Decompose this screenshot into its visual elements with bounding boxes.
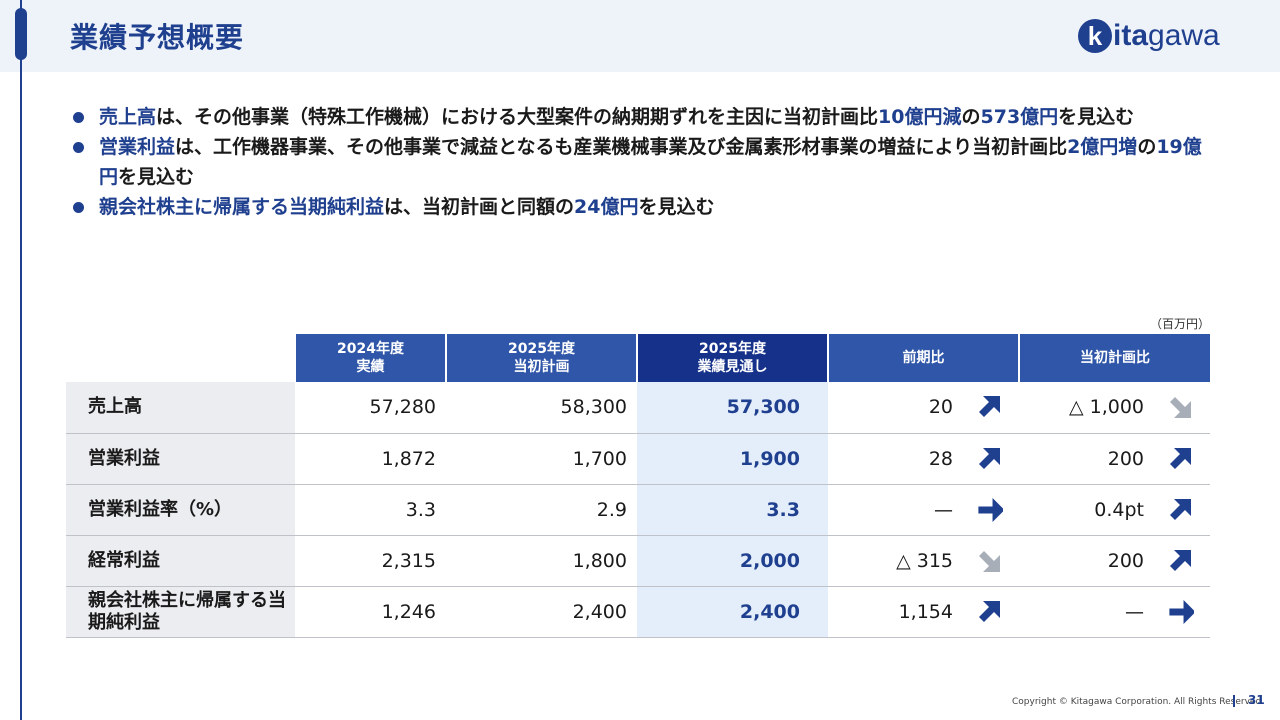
arrow-up-right-icon — [1170, 549, 1191, 571]
bullet-keyword: 営業利益 — [99, 136, 176, 158]
cell-2024-actual: 1,872 — [295, 433, 446, 485]
cell-2024-actual: 57,280 — [295, 382, 446, 434]
arrow-up-right-icon — [979, 600, 1000, 622]
page-number: 31 — [1248, 693, 1265, 707]
arrow-right-icon — [978, 497, 1003, 522]
forecast-table: 2024年度 実績 2025年度 当初計画 2025年度 業績見通し 前期比 当初計画… — [66, 334, 1210, 638]
cell-2025-forecast: 57,300 — [637, 382, 828, 434]
rail-knob — [15, 8, 27, 60]
arrow-up-right-icon — [1170, 447, 1191, 469]
logo-text-regular: gawa — [1148, 19, 1220, 52]
footer-divider — [1233, 695, 1235, 707]
bullet-text: は、工作機器事業、その他事業で減益となるも産業機械事業及び金属素形材事業の増益に… — [175, 136, 1068, 158]
bullet-text: を見込む — [638, 196, 715, 218]
col-header-yoy: 前期比 — [827, 334, 1019, 382]
cell-2025-plan: 2.9 — [446, 484, 637, 536]
yoy-value: — — [934, 498, 953, 521]
arrow-down-right-icon — [1170, 397, 1191, 419]
cell-2025-plan: 1,700 — [446, 433, 637, 485]
yoy-value: 20 — [928, 396, 953, 419]
cell-vs-plan: — — [1019, 586, 1210, 638]
bullet-item-net-income: 親会社株主に帰属する当期純利益は、当初計画と同額の24億円を見込む — [72, 192, 1212, 222]
bullet-highlight: 24億円 — [574, 196, 639, 218]
bullet-text: を見込む — [1058, 106, 1135, 128]
bullet-text: の — [961, 106, 981, 128]
table-corner — [66, 334, 295, 382]
table-row: 売上高 57,280 58,300 57,300 20 △ 1,000 — [66, 382, 1210, 434]
cell-yoy: — — [828, 484, 1019, 536]
bullet-highlight: 2億円増 — [1067, 136, 1138, 158]
vs-plan-value: 0.4pt — [1094, 498, 1144, 521]
kitagawa-logo: k ita gawa — [1078, 16, 1220, 56]
table-header-row: 2024年度 実績 2025年度 当初計画 2025年度 業績見通し 前期比 当初計画… — [66, 334, 1210, 382]
cell-2025-forecast: 3.3 — [637, 484, 828, 536]
cell-2024-actual: 2,315 — [295, 535, 446, 587]
row-label: 経常利益 — [66, 535, 295, 587]
cell-2024-actual: 3.3 — [295, 484, 446, 536]
summary-bullets: 売上高は、その他事業（特殊工作機械）における大型案件の納期期ずれを主因に当初計画… — [72, 102, 1212, 222]
cell-2025-forecast: 2,000 — [637, 535, 828, 587]
yoy-value: 1,154 — [898, 600, 953, 623]
arrow-right-icon — [1169, 599, 1194, 624]
col-header-vs-plan: 当初計画比 — [1018, 334, 1210, 382]
cell-vs-plan: △ 1,000 — [1019, 382, 1210, 434]
table-row: 営業利益 1,872 1,700 1,900 28 200 — [66, 433, 1210, 485]
bullet-item-operating-profit: 営業利益は、工作機器事業、その他事業で減益となるも産業機械事業及び金属素形材事業… — [72, 132, 1212, 192]
table-row: 親会社株主に帰属する当期純利益 1,246 2,400 2,400 1,154— — [66, 586, 1210, 638]
cell-yoy: 1,154 — [828, 586, 1019, 638]
cell-yoy: △ 315 — [828, 535, 1019, 587]
kitagawa-logo-icon: k — [1078, 19, 1112, 53]
vs-plan-value: — — [1125, 600, 1144, 623]
table-row: 営業利益率（%） 3.3 2.9 3.3—0.4pt — [66, 484, 1210, 536]
row-label: 営業利益 — [66, 433, 295, 485]
row-label: 売上高 — [66, 382, 295, 434]
arrow-down-right-icon — [979, 550, 1000, 572]
cell-2025-forecast: 2,400 — [637, 586, 828, 638]
bullet-highlight: 573億円 — [980, 106, 1059, 128]
cell-2025-plan: 1,800 — [446, 535, 637, 587]
left-rail — [20, 0, 22, 720]
bullet-text: は、当初計画と同額の — [384, 196, 575, 218]
col-header-2025-plan: 2025年度 当初計画 — [445, 334, 637, 382]
row-label: 親会社株主に帰属する当期純利益 — [66, 586, 295, 638]
col-header-2025-forecast: 2025年度 業績見通し — [636, 334, 828, 382]
unit-note: （百万円） — [1149, 317, 1210, 331]
arrow-up-right-icon — [979, 396, 1000, 418]
cell-yoy: 20 — [828, 382, 1019, 434]
cell-2025-forecast: 1,900 — [637, 433, 828, 485]
bullet-keyword: 売上高 — [99, 106, 157, 128]
bullet-keyword: 親会社株主に帰属する当期純利益 — [99, 196, 385, 218]
vs-plan-value: 200 — [1107, 447, 1144, 470]
arrow-up-right-icon — [979, 447, 1000, 469]
cell-2025-plan: 2,400 — [446, 586, 637, 638]
cell-2024-actual: 1,246 — [295, 586, 446, 638]
cell-vs-plan: 200 — [1019, 433, 1210, 485]
yoy-value: 28 — [928, 447, 953, 470]
cell-vs-plan: 0.4pt — [1019, 484, 1210, 536]
yoy-value: △ 315 — [896, 549, 953, 572]
bullet-item-sales: 売上高は、その他事業（特殊工作機械）における大型案件の納期期ずれを主因に当初計画… — [72, 102, 1212, 132]
bullet-text: の — [1137, 136, 1157, 158]
row-label: 営業利益率（%） — [66, 484, 295, 536]
cell-yoy: 28 — [828, 433, 1019, 485]
col-header-2024-actual: 2024年度 実績 — [294, 334, 446, 382]
bullet-text: を見込む — [118, 166, 195, 188]
page-title: 業績予想概要 — [70, 21, 245, 54]
logo-text-bold: ita — [1113, 19, 1149, 52]
cell-2025-plan: 58,300 — [446, 382, 637, 434]
bullet-text: は、その他事業（特殊工作機械）における大型案件の納期期ずれを主因に当初計画比 — [156, 106, 879, 128]
arrow-up-right-icon — [1170, 498, 1191, 520]
bullet-highlight: 10億円減 — [878, 106, 962, 128]
vs-plan-value: △ 1,000 — [1068, 396, 1144, 419]
table-row: 経常利益 2,315 1,800 2,000 △ 315 200 — [66, 535, 1210, 587]
copyright: Copyright © Kitagawa Corporation. All Ri… — [1012, 697, 1265, 707]
cell-vs-plan: 200 — [1019, 535, 1210, 587]
vs-plan-value: 200 — [1107, 549, 1144, 572]
